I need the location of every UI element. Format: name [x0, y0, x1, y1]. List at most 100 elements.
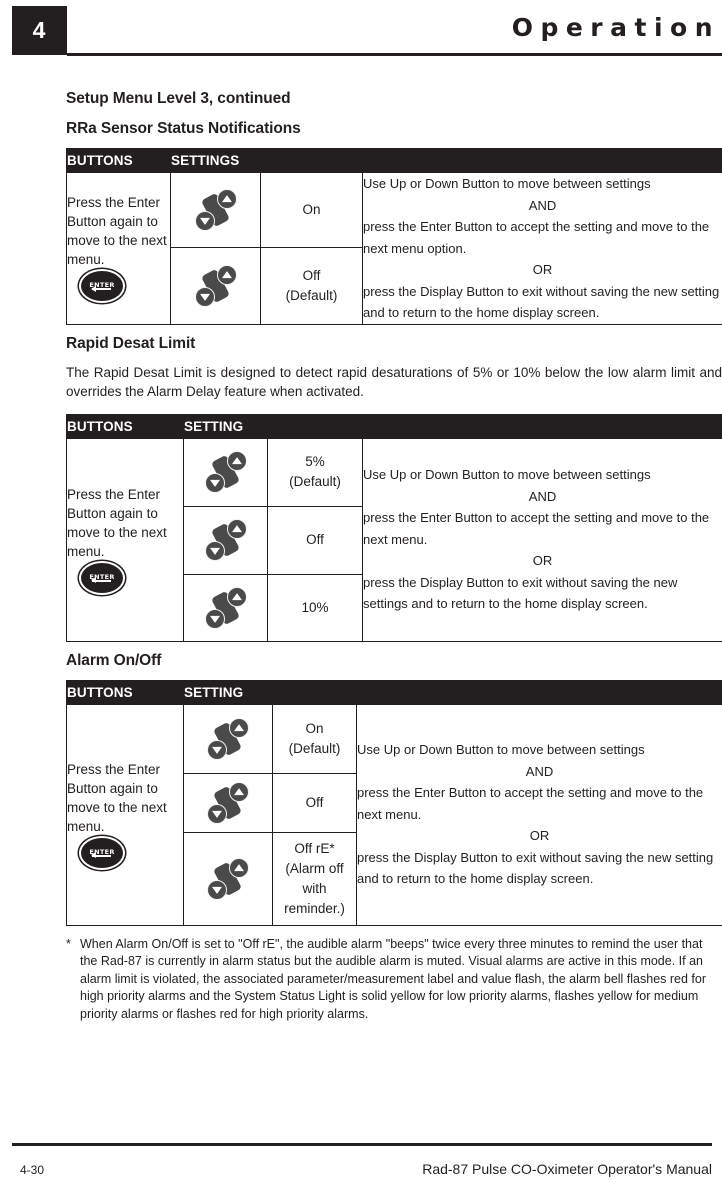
down-arrow-glyph [209, 479, 220, 487]
settings-table-rapid-desat: BUTTONS SETTING Press the Enter Button a… [66, 413, 722, 642]
buttons-instruction-cell: Press the Enter Button again to move to … [66, 703, 184, 926]
column-header-settings: SETTING [182, 679, 722, 705]
setting-value-cell: On (Default) [272, 703, 357, 774]
setting-value: 10% [301, 599, 329, 615]
page-number: 4-30 [20, 1163, 45, 1177]
up-down-button-icon[interactable] [207, 781, 249, 825]
column-header-settings: SETTING [182, 413, 722, 439]
updown-button-cell [170, 246, 261, 325]
up-arrow-glyph [234, 863, 244, 871]
setting-value: Off [305, 794, 324, 810]
up-button-icon[interactable] [216, 188, 237, 209]
down-button-icon[interactable] [207, 803, 227, 824]
column-header-buttons: BUTTONS [66, 679, 184, 705]
up-arrow-glyph [221, 270, 232, 278]
subsection-heading-rapid-desat: Rapid Desat Limit [66, 334, 196, 352]
header-divider [67, 53, 722, 56]
enter-button-icon[interactable]: ENTER [79, 560, 125, 595]
buttons-instruction-text: Press the Enter Button again to move to … [67, 486, 167, 559]
enter-button-wrap: ENTER [67, 560, 125, 595]
instruction-line: press the Display Button to exit without… [363, 283, 720, 321]
updown-button-cell [183, 437, 268, 507]
down-button-icon[interactable] [207, 739, 227, 760]
setting-value-cell: 10% [267, 573, 363, 642]
instruction-line: Use Up or Down Button to move between se… [363, 176, 651, 191]
up-button-icon[interactable] [229, 857, 249, 878]
table-row: Press the Enter Button again to move to … [66, 172, 722, 325]
setting-value: Off [306, 532, 324, 547]
page-header: 4 Operation [0, 0, 722, 62]
page-content: Setup Menu Level 3, continued RRa Sensor… [66, 90, 722, 1023]
enter-arrow-icon [91, 577, 111, 583]
buttons-instruction-text: Press the Enter Button again to move to … [67, 761, 167, 834]
updown-button-cell [183, 772, 273, 833]
up-down-button-icon[interactable] [207, 717, 249, 761]
enter-arrow-icon [91, 285, 111, 292]
instruction-line: press the Enter Button to accept the set… [357, 785, 704, 822]
up-button-icon[interactable] [226, 586, 247, 607]
up-arrow-glyph [231, 592, 242, 600]
up-down-button-icon[interactable] [204, 518, 247, 562]
setting-value-cell: Off (Default) [260, 246, 363, 325]
up-arrow-glyph [231, 457, 242, 465]
table-header-row: BUTTONS SETTINGS [66, 148, 722, 173]
footnote-marker: * [66, 936, 71, 951]
manual-title: Rad-87 Pulse CO-Oximeter Operator's Manu… [422, 1161, 712, 1177]
buttons-instruction-cell: Press the Enter Button again to move to … [66, 172, 171, 325]
setting-value: On [305, 720, 324, 736]
down-arrow-glyph [212, 886, 222, 894]
up-down-button-icon[interactable] [204, 450, 247, 494]
instruction-connector: OR [532, 553, 553, 569]
up-down-button-icon[interactable] [194, 264, 237, 308]
down-button-icon[interactable] [204, 608, 225, 629]
enter-button-wrap: ENTER [67, 835, 125, 870]
setting-note: (Default) [285, 287, 338, 303]
settings-table-rra: BUTTONS SETTINGS Press the Enter Button … [66, 148, 722, 325]
setting-value-cell: Off rE* (Alarm off with reminder.) [272, 831, 357, 926]
column-header-settings: SETTINGS [169, 148, 722, 173]
up-down-button-icon[interactable] [207, 857, 249, 901]
enter-button-icon[interactable]: ENTER [79, 835, 125, 870]
table-row: Press the Enter Button again to move to … [66, 703, 722, 926]
up-button-icon[interactable] [226, 451, 247, 471]
instruction-line: press the Display Button to exit without… [357, 849, 714, 887]
down-arrow-glyph [199, 217, 210, 225]
setting-value-cell: Off [267, 505, 363, 575]
setting-value: Off rE* [294, 840, 335, 856]
down-button-icon[interactable] [207, 879, 227, 900]
enter-button-label: ENTER [89, 281, 115, 290]
down-button-icon[interactable] [194, 286, 215, 307]
instructions-cell: Use Up or Down Button to move between se… [361, 172, 722, 325]
down-button-icon[interactable] [194, 210, 215, 231]
setting-value-cell: 5% (Default) [267, 437, 363, 507]
down-button-icon[interactable] [204, 473, 225, 493]
up-button-icon[interactable] [229, 717, 249, 738]
enter-arrow-icon [91, 852, 111, 858]
buttons-instruction-text: Press the Enter Button again to move to … [67, 195, 167, 268]
instruction-connector: AND [528, 197, 557, 213]
down-arrow-glyph [212, 746, 222, 754]
up-down-button-icon[interactable] [204, 586, 247, 630]
up-down-button-icon[interactable] [194, 188, 237, 232]
down-arrow-glyph [199, 293, 210, 301]
instructions-cell: Use Up or Down Button to move between se… [361, 437, 722, 642]
updown-button-cell [183, 831, 273, 926]
down-button-icon[interactable] [204, 541, 225, 561]
up-arrow-glyph [231, 525, 242, 533]
updown-button-cell [183, 573, 268, 642]
enter-button-label: ENTER [89, 847, 115, 856]
setting-value: On [302, 201, 321, 217]
up-arrow-glyph [221, 194, 232, 202]
up-button-icon[interactable] [216, 264, 237, 285]
enter-button-icon[interactable]: ENTER [79, 269, 125, 304]
section-title: Setup Menu Level 3, continued [66, 90, 291, 107]
setting-value-cell: Off [272, 772, 357, 833]
down-arrow-glyph [209, 615, 220, 623]
up-arrow-glyph [234, 723, 244, 731]
instruction-line: press the Enter Button to accept the set… [363, 510, 710, 547]
footnote: * When Alarm On/Off is set to "Off rE", … [66, 936, 722, 1024]
enter-button-label: ENTER [89, 572, 115, 581]
up-button-icon[interactable] [229, 781, 249, 802]
up-button-icon[interactable] [226, 519, 247, 539]
instruction-connector: AND [528, 488, 557, 504]
